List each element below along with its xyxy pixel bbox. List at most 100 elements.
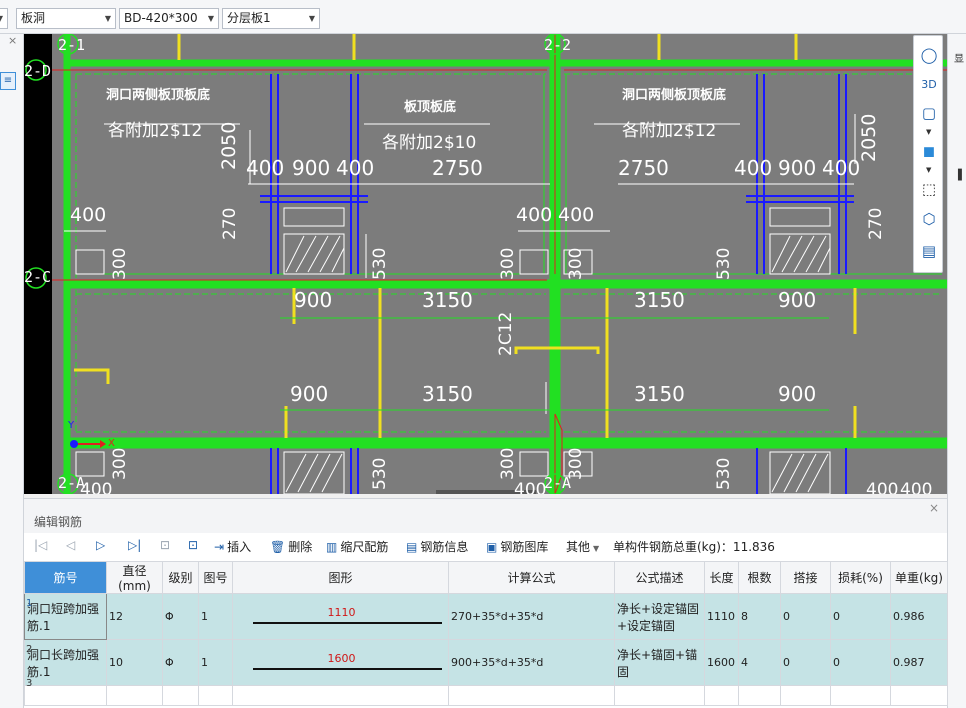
loss-cell[interactable]: 0 bbox=[830, 639, 891, 686]
table-row[interactable]: 洞口短跨加强筋.1 12 Φ 1 1110 270+35*d+35*d 净长+设… bbox=[24, 593, 948, 640]
close-icon[interactable]: × bbox=[8, 34, 17, 47]
prev-icon[interactable]: ◁ bbox=[66, 538, 75, 552]
dimension-label: 400 bbox=[900, 480, 933, 494]
dimension-label: 2750 bbox=[432, 156, 483, 180]
panel-tab-icon[interactable]: ▐ bbox=[954, 170, 962, 181]
insert-button[interactable]: ⇥ 插入 bbox=[214, 538, 251, 555]
column-header[interactable]: 损耗(%) bbox=[830, 561, 891, 594]
shape-line bbox=[253, 622, 442, 624]
next-icon[interactable]: ▷ bbox=[96, 538, 105, 552]
length-cell[interactable]: 1110 bbox=[704, 593, 739, 640]
first-icon[interactable]: |◁ bbox=[34, 538, 47, 552]
shape-cell[interactable]: 1110 bbox=[232, 593, 449, 640]
cad-drawing bbox=[24, 34, 947, 494]
panel-tab-icon[interactable]: 显 bbox=[954, 50, 964, 65]
column-header[interactable]: 单重(kg) bbox=[890, 561, 948, 594]
dimension-label: 900 bbox=[292, 156, 331, 180]
prev-dropdown-arrow[interactable]: ▼ bbox=[0, 8, 8, 29]
dimension-label: 400 bbox=[514, 480, 547, 494]
total-weight: 单构件钢筋总重(kg)：11.836 bbox=[613, 540, 775, 554]
lap-cell[interactable]: 0 bbox=[780, 639, 831, 686]
isolate-icon[interactable]: ⬡ bbox=[917, 208, 941, 230]
row-number: 1 bbox=[26, 598, 33, 609]
chevron-down-icon[interactable]: ▼ bbox=[926, 166, 931, 174]
delete-button[interactable]: 🗑 删除 bbox=[270, 538, 312, 555]
right-side-panel: 显 ▐ bbox=[947, 34, 966, 708]
info-icon: ▤ bbox=[406, 540, 418, 554]
cube-icon[interactable]: ◼ bbox=[917, 140, 941, 162]
figure-number-cell[interactable]: 1 bbox=[198, 593, 233, 640]
top-selector-bar: ▼ 板洞▼ BD-420*300▼ 分层板1▼ bbox=[0, 0, 966, 34]
rebar-name-cell[interactable]: 洞口短跨加强筋.1 bbox=[24, 593, 107, 640]
dimension-label: 400 bbox=[558, 204, 595, 226]
dimension-label: 900 bbox=[778, 382, 817, 406]
formula-desc-cell[interactable]: 净长+锚固+锚固 bbox=[614, 639, 705, 686]
figure-number-cell[interactable]: 1 bbox=[198, 639, 233, 686]
table-row[interactable] bbox=[24, 685, 948, 706]
dimension-label: 300 bbox=[498, 447, 518, 480]
dimension-label: 900 bbox=[778, 288, 817, 312]
last-icon[interactable]: ▷| bbox=[128, 538, 141, 552]
rebar-name-cell[interactable]: 洞口长跨加强筋.1 bbox=[24, 639, 107, 686]
chevron-down-icon: ▼ bbox=[593, 544, 600, 553]
rebar-note: 板顶板底 bbox=[404, 100, 457, 115]
count-cell[interactable]: 4 bbox=[738, 639, 781, 686]
move-up-icon[interactable]: ⊡ bbox=[160, 538, 170, 552]
column-header[interactable]: 筋号 bbox=[24, 561, 107, 594]
properties-icon[interactable]: ▤ bbox=[917, 240, 941, 262]
rebar-library-button[interactable]: ▣ 钢筋图库 bbox=[486, 538, 548, 555]
formula-cell[interactable]: 270+35*d+35*d bbox=[448, 593, 615, 640]
list-view-icon[interactable]: ≡ bbox=[0, 72, 16, 90]
column-header[interactable]: 根数 bbox=[738, 561, 781, 594]
component-type-select[interactable]: 板洞 ▼ bbox=[16, 8, 116, 29]
select-region-icon[interactable]: ⬚ bbox=[917, 178, 941, 200]
dimension-label: 400 bbox=[516, 204, 553, 226]
diameter-cell[interactable]: 12 bbox=[106, 593, 163, 640]
column-header[interactable]: 级别 bbox=[162, 561, 199, 594]
orbit-icon[interactable]: ◯ bbox=[917, 44, 941, 66]
panel-title: 编辑钢筋 bbox=[24, 499, 947, 533]
column-header[interactable]: 计算公式 bbox=[448, 561, 615, 594]
other-menu[interactable]: 其他 ▼ bbox=[566, 538, 599, 555]
layer-select[interactable]: 分层板1 ▼ bbox=[222, 8, 320, 29]
column-header[interactable]: 长度 bbox=[704, 561, 739, 594]
chevron-down-icon: ▼ bbox=[104, 14, 111, 23]
unit-weight-cell[interactable]: 0.986 bbox=[890, 593, 948, 640]
dimension-label: 900 bbox=[290, 382, 329, 406]
chevron-down-icon[interactable]: ▼ bbox=[926, 128, 931, 136]
close-icon[interactable]: × bbox=[929, 501, 939, 515]
unit-weight-cell[interactable]: 0.987 bbox=[890, 639, 948, 686]
shape-length-label: 1600 bbox=[327, 652, 356, 665]
column-header[interactable]: 搭接 bbox=[780, 561, 831, 594]
loss-cell[interactable]: 0 bbox=[830, 593, 891, 640]
dimension-label: 400 bbox=[70, 204, 107, 226]
rebar-name-cell[interactable] bbox=[24, 685, 107, 706]
box-view-icon[interactable]: ▢ bbox=[917, 102, 941, 124]
column-header[interactable]: 直径(mm) bbox=[106, 561, 163, 594]
scale-rebar-button[interactable]: ▥ 缩尺配筋 bbox=[326, 538, 388, 555]
column-header[interactable]: 图形 bbox=[232, 561, 449, 594]
diameter-cell[interactable]: 10 bbox=[106, 639, 163, 686]
rebar-info-button[interactable]: ▤ 钢筋信息 bbox=[406, 538, 468, 555]
row-number: 2 bbox=[26, 644, 33, 655]
3d-view-icon[interactable]: 3D bbox=[917, 74, 941, 96]
edit-rebar-panel: 编辑钢筋 × |◁ ◁ ▷ ▷| ⊡ ⊡ ⇥ 插入 🗑 删除 ▥ 缩尺配筋 ▤ 钢筋信息… bbox=[24, 498, 948, 708]
grade-cell[interactable]: Φ bbox=[162, 639, 199, 686]
count-cell[interactable]: 8 bbox=[738, 593, 781, 640]
cad-canvas[interactable]: 2-1 2-2 2-D 2-C 2-A 2-A 洞口两侧板顶板底 各附加2$12… bbox=[24, 34, 947, 494]
lap-cell[interactable]: 0 bbox=[780, 593, 831, 640]
column-header[interactable]: 图号 bbox=[198, 561, 233, 594]
dimension-label: 2050 bbox=[858, 113, 880, 162]
component-name-select[interactable]: BD-420*300 ▼ bbox=[119, 8, 219, 29]
formula-cell[interactable]: 900+35*d+35*d bbox=[448, 639, 615, 686]
length-cell[interactable]: 1600 bbox=[704, 639, 739, 686]
column-header[interactable]: 公式描述 bbox=[614, 561, 705, 594]
dimension-label: 2050 bbox=[218, 121, 240, 170]
dimension-label: 300 bbox=[566, 247, 586, 280]
table-row[interactable]: 洞口长跨加强筋.1 10 Φ 1 1600 900+35*d+35*d 净长+锚… bbox=[24, 639, 948, 686]
grade-cell[interactable]: Φ bbox=[162, 593, 199, 640]
formula-desc-cell[interactable]: 净长+设定锚固+设定锚固 bbox=[614, 593, 705, 640]
dimension-label: 400 bbox=[336, 156, 375, 180]
shape-cell[interactable]: 1600 bbox=[232, 639, 449, 686]
move-down-icon[interactable]: ⊡ bbox=[188, 538, 198, 552]
